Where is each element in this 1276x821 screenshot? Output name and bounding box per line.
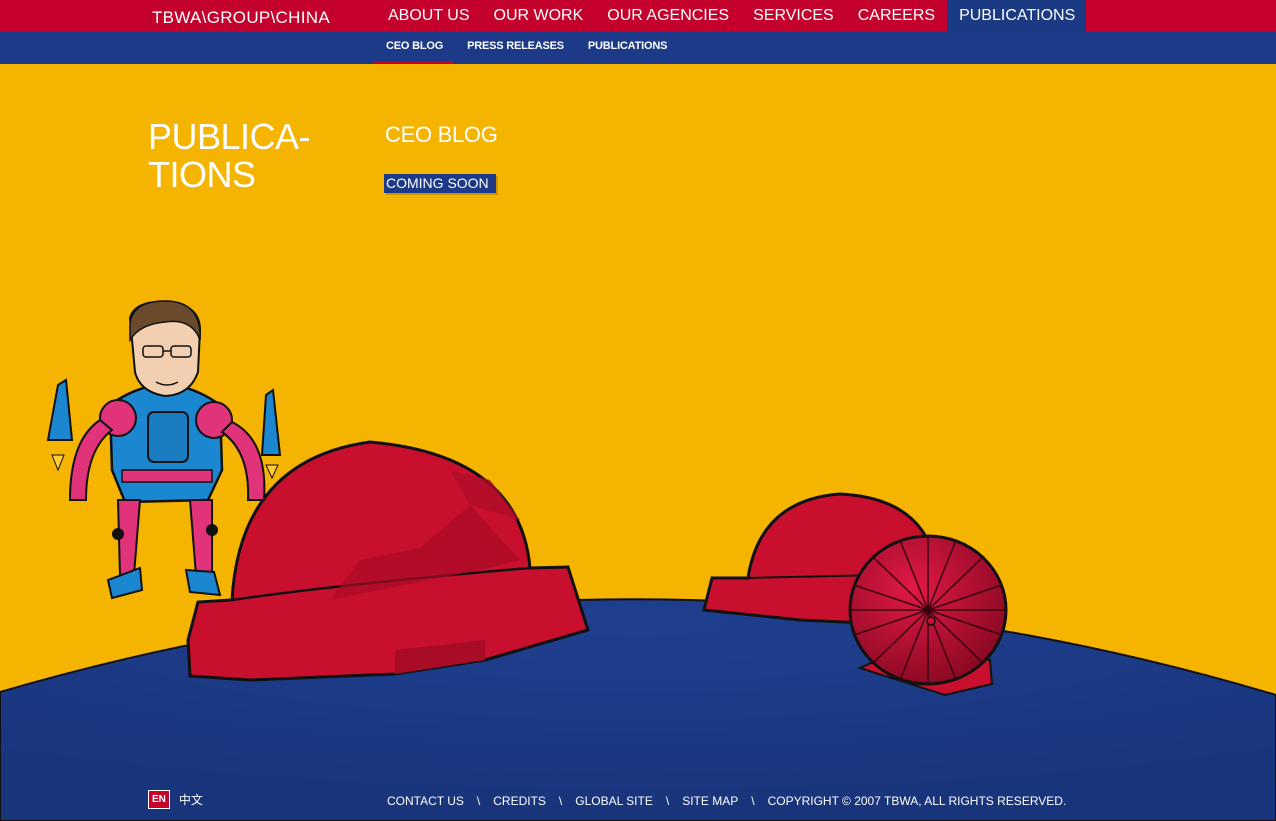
page-title: PUBLICA- TIONS	[148, 116, 311, 195]
main-nav: ABOUT US OUR WORK OUR AGENCIES SERVICES …	[376, 0, 1087, 32]
nav-about-us[interactable]: ABOUT US	[376, 0, 482, 32]
subnav-press-releases[interactable]: PRESS RELEASES	[454, 32, 575, 64]
nav-publications[interactable]: PUBLICATIONS	[947, 0, 1087, 32]
language-en-button[interactable]: EN	[148, 790, 170, 809]
sub-nav: CEO BLOG PRESS RELEASES PUBLICATIONS	[373, 32, 678, 64]
nav-services[interactable]: SERVICES	[741, 0, 846, 32]
nav-our-agencies[interactable]: OUR AGENCIES	[595, 0, 741, 32]
top-nav-bar: TBWA\GROUP\CHINA ABOUT US OUR WORK OUR A…	[0, 0, 1276, 32]
subnav-publications[interactable]: PUBLICATIONS	[575, 32, 678, 64]
footer-separator: \	[558, 794, 563, 808]
red-sphere-antenna	[848, 534, 1008, 697]
sub-nav-bar: CEO BLOG PRESS RELEASES PUBLICATIONS	[0, 32, 1276, 64]
subnav-ceo-blog[interactable]: CEO BLOG	[373, 32, 455, 64]
footer-credits[interactable]: CREDITS	[493, 794, 546, 808]
nav-our-work[interactable]: OUR WORK	[482, 0, 596, 32]
section-title: CEO BLOG	[385, 122, 498, 147]
footer-site-map[interactable]: SITE MAP	[682, 794, 738, 808]
site-logo[interactable]: TBWA\GROUP\CHINA	[152, 8, 330, 28]
language-switcher: EN 中文	[148, 790, 203, 809]
page-title-line-1: PUBLICA-	[148, 116, 311, 157]
footer-separator: \	[751, 794, 755, 808]
footer-contact-us[interactable]: CONTACT US	[387, 794, 464, 808]
footer-global-site[interactable]: GLOBAL SITE	[575, 794, 653, 808]
language-zh-link[interactable]: 中文	[179, 791, 203, 808]
footer-links: CONTACT US \ CREDITS \ GLOBAL SITE \ SIT…	[387, 794, 1066, 808]
footer-separator: \	[476, 794, 481, 808]
copyright-text: COPYRIGHT © 2007 TBWA, ALL RIGHTS RESERV…	[767, 794, 1067, 808]
coming-soon-label: COMING SOON	[384, 174, 496, 193]
footer-separator: \	[665, 794, 670, 808]
page-title-line-2: TIONS	[148, 154, 256, 195]
nav-careers[interactable]: CAREERS	[846, 0, 947, 32]
